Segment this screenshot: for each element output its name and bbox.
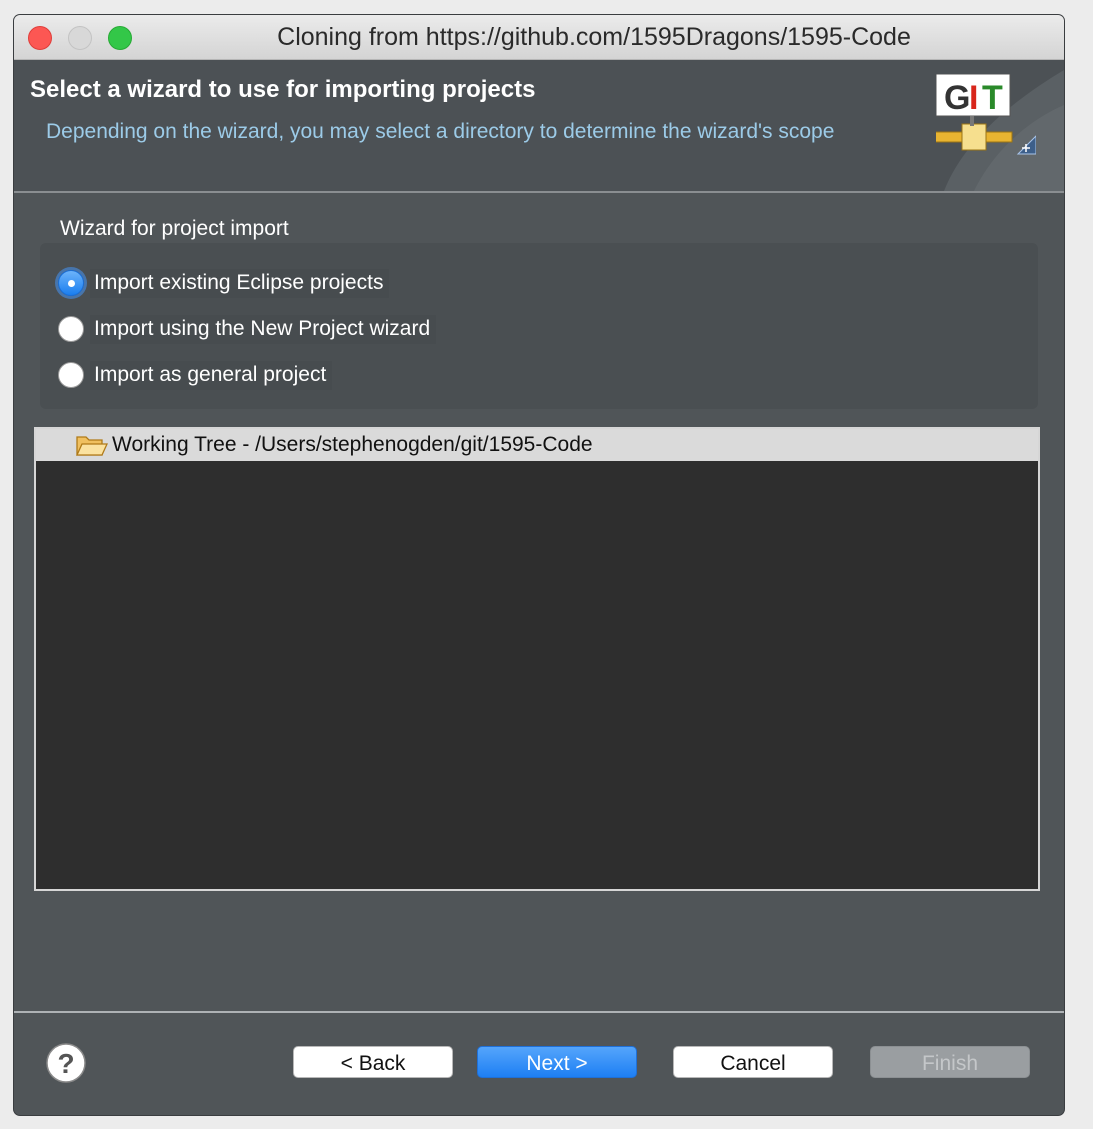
radio-button[interactable] xyxy=(58,316,84,342)
wizard-title: Select a wizard to use for importing pro… xyxy=(30,76,536,103)
next-button[interactable]: Next > xyxy=(477,1046,637,1078)
window-title: Cloning from https://github.com/1595Drag… xyxy=(277,23,911,51)
radio-label[interactable]: Import existing Eclipse projects xyxy=(90,268,390,298)
folder-open-icon xyxy=(76,436,108,456)
git-logo-icon: G I T xyxy=(936,74,1036,155)
svg-text:?: ? xyxy=(57,1048,74,1079)
minimize-window-button[interactable] xyxy=(68,26,92,50)
tree-item-working-tree[interactable]: Working Tree - /Users/stephenogden/git/1… xyxy=(36,429,1038,461)
tree-item-label: Working Tree - /Users/stephenogden/git/1… xyxy=(112,433,593,456)
import-wizard-dialog: Cloning from https://github.com/1595Drag… xyxy=(14,15,1064,1115)
radio-import-general-project[interactable]: Import as general project xyxy=(58,358,333,392)
radio-import-new-project-wizard[interactable]: Import using the New Project wizard xyxy=(58,312,437,346)
radio-import-existing-eclipse-projects[interactable]: Import existing Eclipse projects xyxy=(58,266,390,300)
title-bar[interactable]: Cloning from https://github.com/1595Drag… xyxy=(14,15,1064,60)
svg-text:I: I xyxy=(969,79,978,117)
footer-divider xyxy=(14,1011,1064,1013)
wizard-description: Depending on the wizard, you may select … xyxy=(46,120,835,143)
back-button[interactable]: < Back xyxy=(293,1046,453,1078)
close-window-button[interactable] xyxy=(28,26,52,50)
help-icon[interactable]: ? xyxy=(45,1042,87,1084)
zoom-window-button[interactable] xyxy=(108,26,132,50)
radio-button-selected[interactable] xyxy=(58,270,84,296)
svg-text:G: G xyxy=(944,79,970,117)
radio-label[interactable]: Import as general project xyxy=(90,360,333,390)
radio-button[interactable] xyxy=(58,362,84,388)
working-tree-view[interactable]: Working Tree - /Users/stephenogden/git/1… xyxy=(34,427,1040,891)
svg-text:T: T xyxy=(982,79,1003,117)
cancel-button[interactable]: Cancel xyxy=(673,1046,833,1078)
radio-label[interactable]: Import using the New Project wizard xyxy=(90,314,437,344)
wizard-group-label: Wizard for project import xyxy=(60,217,289,240)
finish-button: Finish xyxy=(870,1046,1030,1078)
wizard-header: Select a wizard to use for importing pro… xyxy=(14,60,1064,193)
